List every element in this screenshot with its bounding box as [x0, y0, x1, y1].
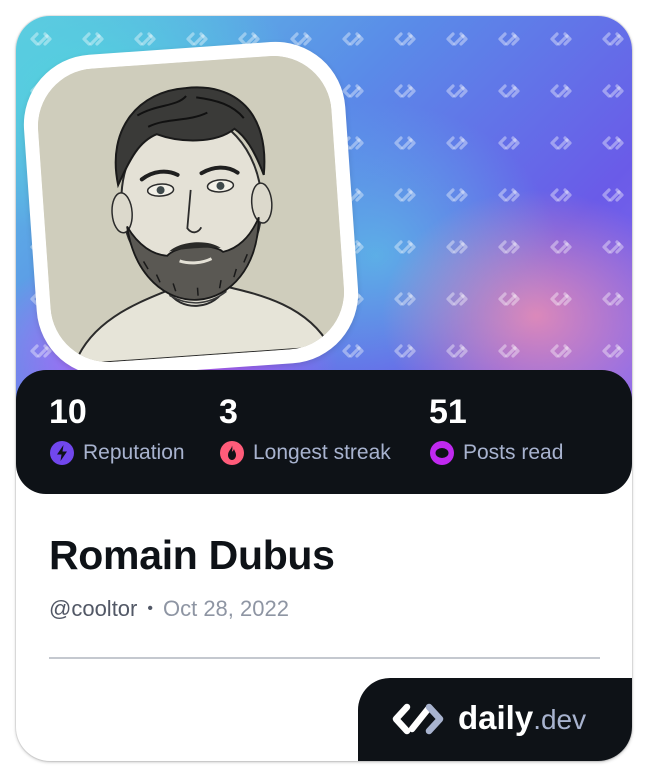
meta-separator: • [147, 600, 153, 617]
avatar-portrait-sketch [34, 52, 348, 366]
posts-read-label: Posts read [463, 441, 564, 464]
profile-card: 10 Reputation 3 Longest streak 51 Posts … [16, 16, 632, 761]
divider [49, 657, 600, 659]
stat-posts-read: 51 Posts read [429, 392, 563, 466]
stats-bar: 10 Reputation 3 Longest streak 51 Posts … [16, 370, 632, 494]
posts-read-value: 51 [429, 393, 467, 431]
stat-longest-streak: 3 Longest streak [219, 392, 391, 466]
brand-wordmark: daily.dev [458, 698, 586, 745]
avatar-frame [19, 37, 363, 381]
avatar [34, 52, 348, 366]
streak-flame-icon [220, 441, 244, 465]
reputation-bolt-icon [50, 441, 74, 465]
brand-suffix: .dev [533, 704, 587, 735]
profile-meta: @cooltor • Oct 28, 2022 [49, 596, 289, 622]
streak-value: 3 [219, 393, 238, 431]
profile-handle: @cooltor [49, 596, 138, 621]
brand-footer: daily.dev [358, 678, 632, 761]
profile-joined-date: Oct 28, 2022 [162, 596, 289, 621]
brand-name: daily [458, 699, 534, 736]
posts-read-ring-icon [430, 441, 454, 465]
reputation-value: 10 [49, 393, 87, 431]
cover-background [16, 16, 632, 416]
stat-reputation: 10 Reputation [49, 392, 185, 466]
profile-name: Romain Dubus [49, 532, 335, 578]
streak-label: Longest streak [253, 441, 391, 464]
daily-dev-logo-icon [392, 703, 444, 735]
reputation-label: Reputation [83, 441, 185, 464]
